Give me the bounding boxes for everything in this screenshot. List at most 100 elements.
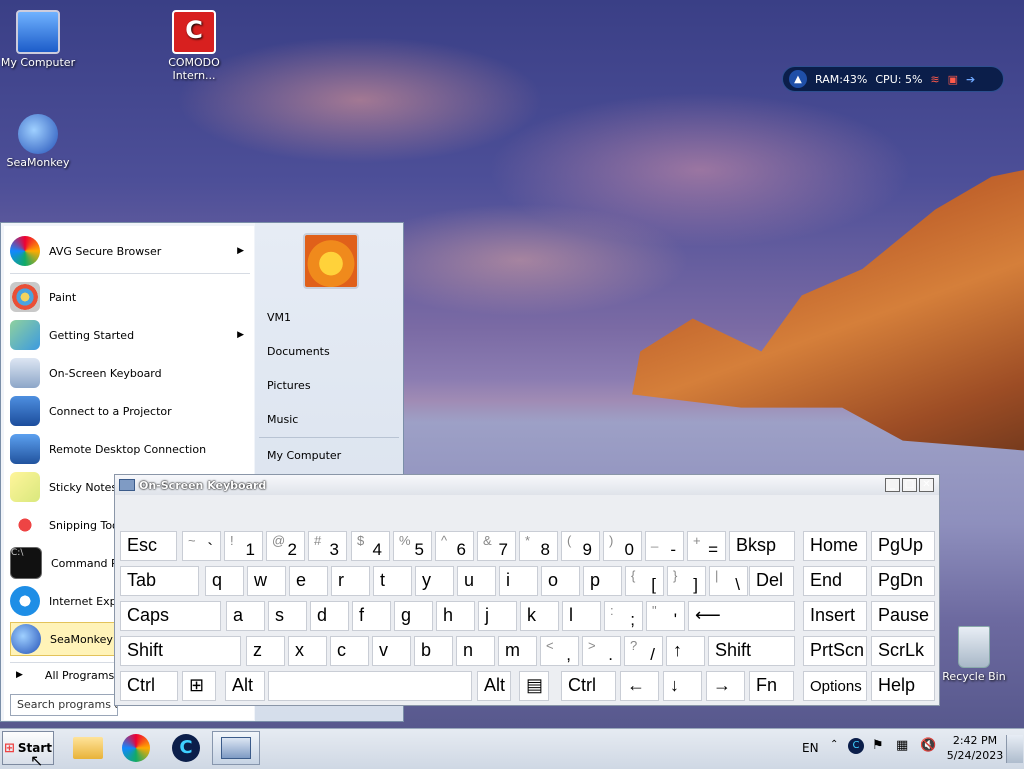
key-[interactable]: ` ~ [182,531,221,561]
key-f[interactable]: f [352,601,391,631]
key-2[interactable]: 2 @ [266,531,305,561]
key-1[interactable]: 1! [224,531,263,561]
flag-icon[interactable]: ⚑ [872,738,884,753]
key-[interactable]: [{ [625,566,664,596]
key-4[interactable]: 4 $ [351,531,390,561]
place-documents[interactable]: Documents [267,345,330,358]
key-x[interactable]: x [288,636,327,666]
key-i[interactable]: i [499,566,538,596]
system-monitor-widget[interactable]: ▲ RAM:43% CPU: 5% ≋ ▣ ➔ [782,66,1004,92]
key-k[interactable]: k [520,601,559,631]
osk-titlebar[interactable]: On-Screen Keyboard _ □ ✕ [115,475,939,495]
key-pgup[interactable]: PgUp [871,531,935,561]
key-options[interactable]: Options [803,671,867,701]
place-vm1[interactable]: VM1 [267,311,291,324]
clock[interactable]: 2:42 PM 5/24/2023 [946,733,1004,763]
key-fn[interactable]: Fn [749,671,794,701]
key-9[interactable]: 9( [561,531,600,561]
user-picture-flower[interactable] [303,233,359,289]
key-g[interactable]: g [394,601,433,631]
key-[interactable]: - _ [645,531,684,561]
program-avg-secure-browser[interactable]: AVG Secure Browser ▶ [10,234,250,268]
key-pgdn[interactable]: PgDn [871,566,935,596]
key-[interactable]: ' " [646,601,685,631]
desktop-icon-comodo[interactable]: C COMODO Intern... [156,10,232,82]
key-bksp[interactable]: Bksp [729,531,795,561]
key-v[interactable]: v [372,636,411,666]
key-space[interactable] [268,671,472,701]
close-button[interactable]: ✕ [919,478,934,492]
key-[interactable]: = + [687,531,726,561]
desktop-icon-recycle-bin[interactable]: Recycle Bin [936,626,1012,683]
key-j[interactable]: j [478,601,517,631]
key-[interactable]: , < [540,636,579,666]
taskbar-avg-browser[interactable] [114,731,158,765]
key-n[interactable]: n [456,636,495,666]
key-r[interactable]: r [331,566,370,596]
key-del[interactable]: Del [749,566,794,596]
key-[interactable]: \ | [709,566,748,596]
key-c[interactable]: c [330,636,369,666]
program-remote-desktop[interactable]: Remote Desktop Connection [10,432,250,466]
key-5[interactable]: 5% [393,531,432,561]
minimize-button[interactable]: _ [885,478,900,492]
program-connect-projector[interactable]: Connect to a Projector [10,394,250,428]
key-ctrl[interactable]: Ctrl [561,671,616,701]
key-esc[interactable]: Esc [120,531,177,561]
key-scrlk[interactable]: ScrLk [871,636,935,666]
desktop-icon-seamonkey[interactable]: SeaMonkey [0,114,76,169]
key-7[interactable]: 7 & [477,531,516,561]
key-pause[interactable]: Pause [871,601,935,631]
key-h[interactable]: h [436,601,475,631]
key-z[interactable]: z [246,636,285,666]
key-[interactable]: ;: [604,601,643,631]
key-0[interactable]: 0) [603,531,642,561]
key-ctrl[interactable]: Ctrl [120,671,178,701]
key-home[interactable]: Home [803,531,867,561]
search-programs-input[interactable]: Search programs and files [10,694,118,716]
key-w[interactable]: w [247,566,286,596]
key-end[interactable]: End [803,566,867,596]
key-[interactable]: ⊞ [182,671,216,701]
network-icon[interactable]: ▦ [896,738,908,753]
key-p[interactable]: p [583,566,622,596]
taskbar-on-screen-keyboard[interactable] [212,731,260,765]
key-s[interactable]: s [268,601,307,631]
key-alt[interactable]: Alt [225,671,265,701]
show-desktop-button[interactable] [1006,735,1023,763]
comodo-tray-icon[interactable]: C [848,738,864,754]
desktop-icon-my-computer[interactable]: My Computer [0,10,76,69]
show-hidden-icons-button[interactable]: ⌃ [830,739,838,750]
key-b[interactable]: b [414,636,453,666]
key-6[interactable]: 6 ^ [435,531,474,561]
key-u[interactable]: u [457,566,496,596]
key-alt[interactable]: Alt [477,671,511,701]
key-a[interactable]: a [226,601,265,631]
key-help[interactable]: Help [871,671,935,701]
place-pictures[interactable]: Pictures [267,379,311,392]
start-button[interactable]: ⊞ Start [2,731,54,765]
program-on-screen-keyboard[interactable]: On-Screen Keyboard [10,356,250,390]
key-q[interactable]: q [205,566,244,596]
key-m[interactable]: m [498,636,537,666]
place-music[interactable]: Music [267,413,298,426]
key-[interactable]: → [706,671,745,701]
key-l[interactable]: l [562,601,601,631]
key-y[interactable]: y [415,566,454,596]
key-[interactable]: ← [620,671,659,701]
speaker-muted-icon[interactable]: 🔇 [920,738,936,753]
key-shift[interactable]: Shift [708,636,795,666]
key-[interactable]: ⟵ [688,601,795,631]
taskbar-file-explorer[interactable] [66,731,110,765]
key-shift[interactable]: Shift [120,636,241,666]
key-[interactable]: ↑ [666,636,705,666]
program-getting-started[interactable]: Getting Started ▶ [10,318,250,352]
key-[interactable]: /? [624,636,663,666]
place-my-computer[interactable]: My Computer [267,449,341,462]
key-tab[interactable]: Tab [120,566,199,596]
key-prtscn[interactable]: PrtScn [803,636,867,666]
arrow-right-icon[interactable]: ➔ [966,73,975,86]
language-indicator[interactable]: EN [802,741,819,755]
key-o[interactable]: o [541,566,580,596]
key-t[interactable]: t [373,566,412,596]
